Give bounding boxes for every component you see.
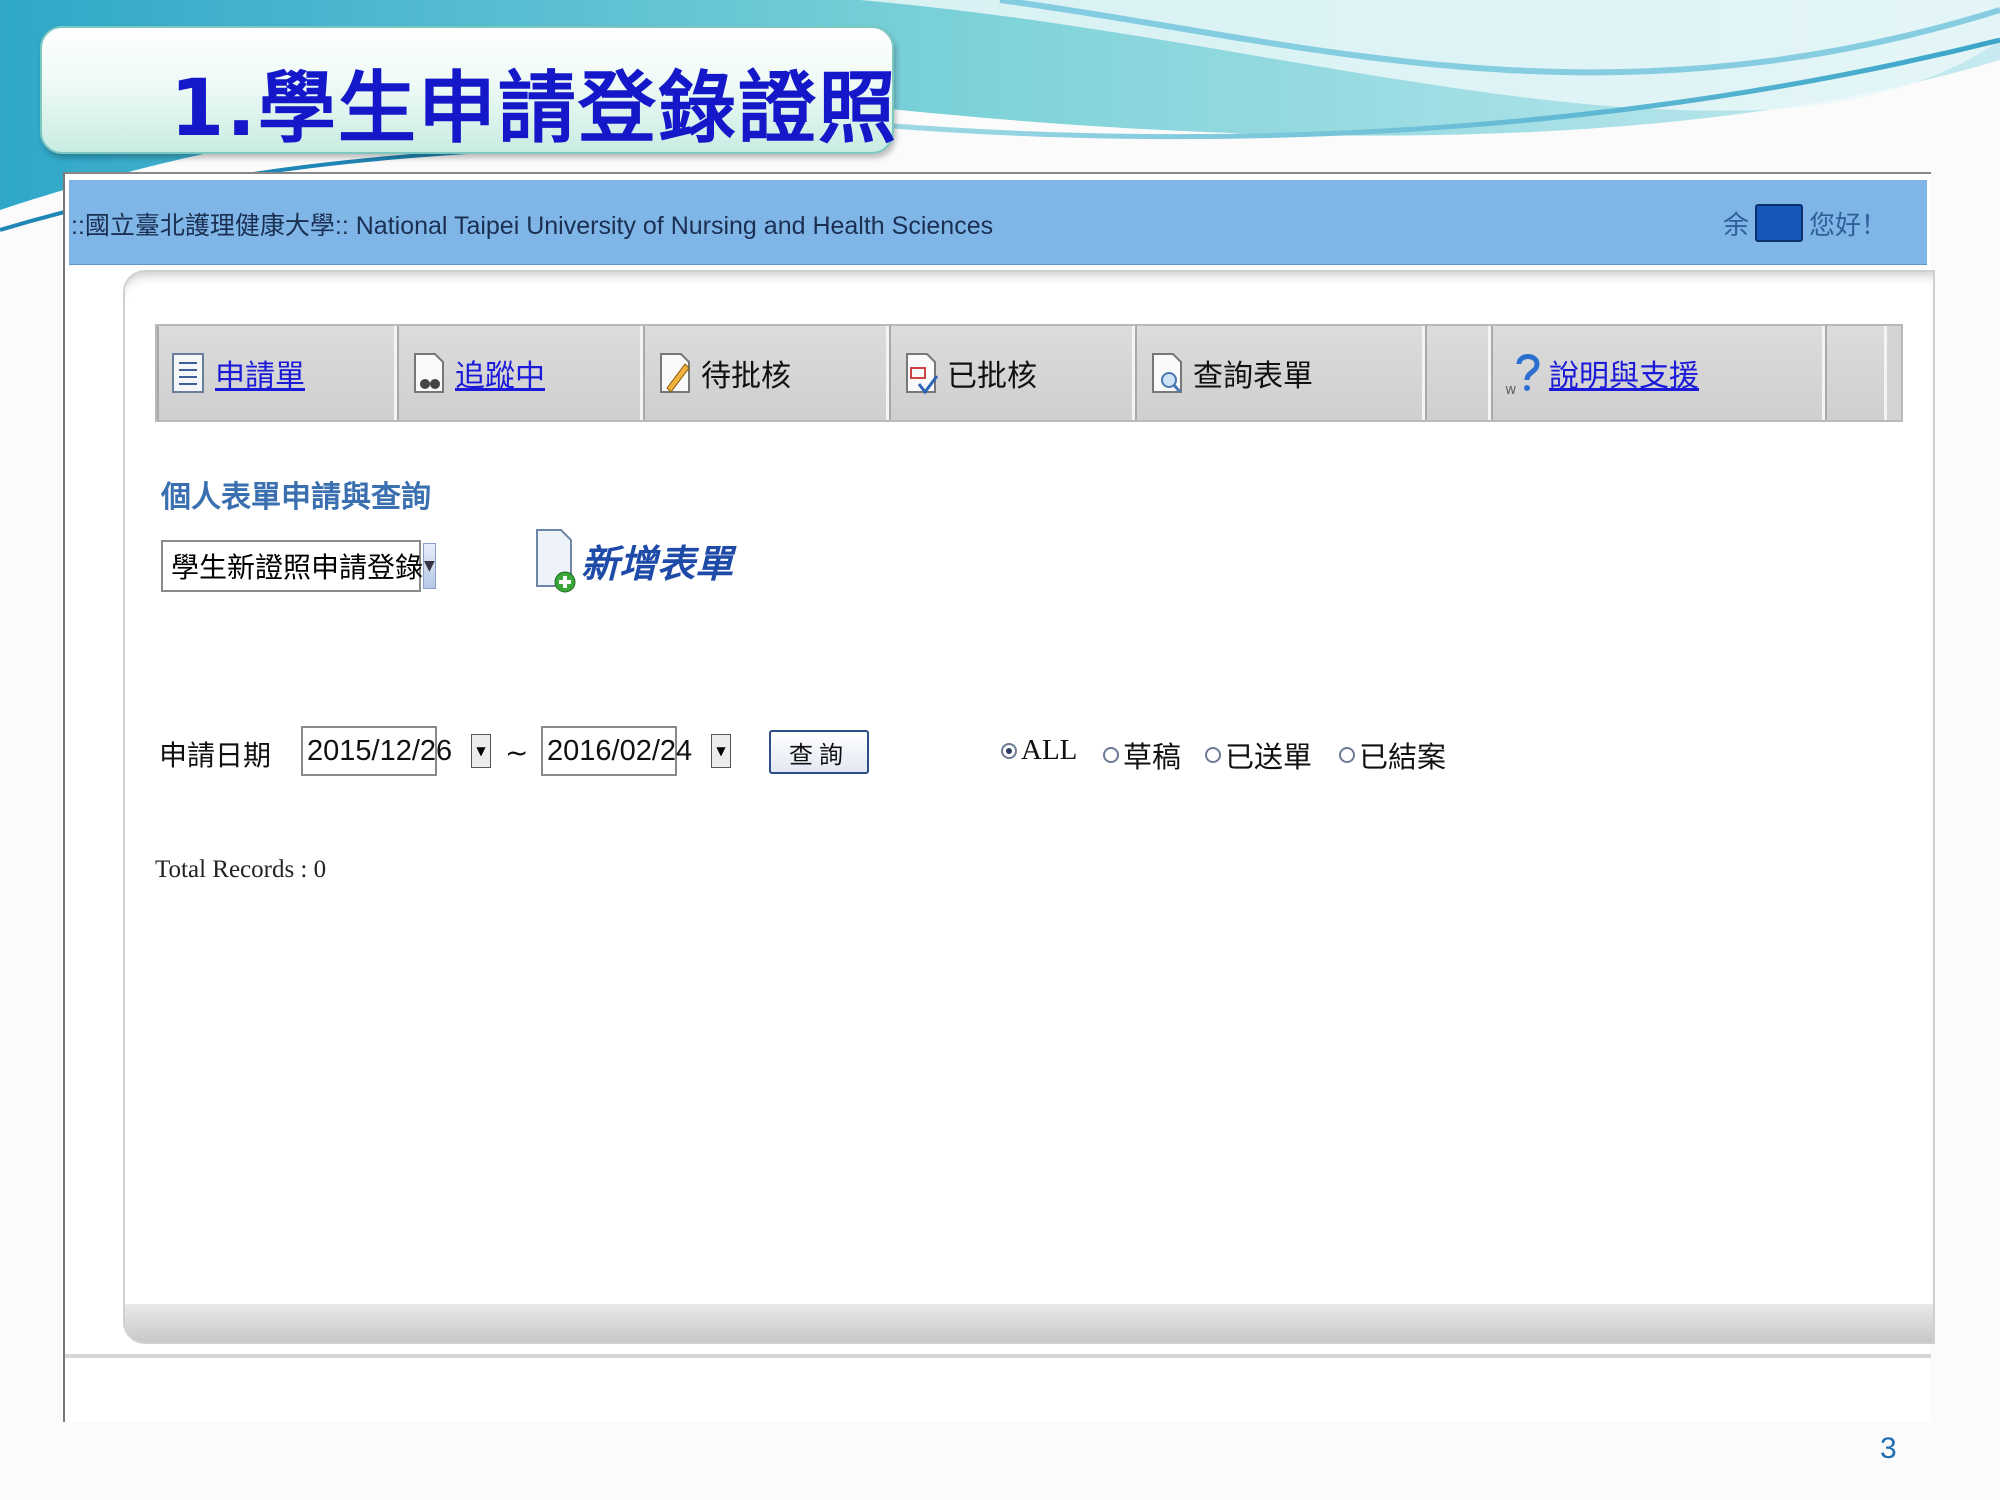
tab-help-support[interactable]: w 說明與支援 <box>1491 326 1825 420</box>
apply-date-label: 申請日期 <box>159 740 272 771</box>
tab-empty <box>1425 326 1491 420</box>
user-greeting: 余 您好！ <box>1723 204 1887 242</box>
tab-label[interactable]: 已批核 <box>947 351 1037 395</box>
new-form-label[interactable]: 新增表單 <box>581 533 733 588</box>
slide-title: 1.學生申請登錄證照 <box>170 64 898 154</box>
new-document-icon <box>536 529 576 593</box>
radio-selected[interactable] <box>1001 742 1017 759</box>
radio-label: 已結案 <box>1359 742 1447 774</box>
checked-document-icon <box>906 353 939 395</box>
radio-unselected[interactable] <box>1205 747 1221 763</box>
radio-unselected[interactable] <box>1103 747 1119 763</box>
tab-pending-approval[interactable]: 待批核 <box>643 326 889 420</box>
screenshot-footer-line <box>65 1354 1931 1358</box>
radio-label: ALL <box>1021 734 1078 766</box>
tab-tracking[interactable]: 追蹤中 <box>397 326 643 420</box>
tab-label[interactable]: 說明與支援 <box>1549 351 1699 395</box>
help-question-icon: w <box>1505 354 1540 396</box>
date-from-input[interactable]: 2015/12/26 <box>301 726 452 776</box>
status-radio-closed[interactable]: 已結案 <box>1339 734 1446 776</box>
query-row: 申請日期 2015/12/26 ▼ ~ 2016/02/24 ▼ 查詢 ALL … <box>159 726 1759 782</box>
radio-label: 草稿 <box>1123 742 1182 774</box>
greeting-text: 您好！ <box>1808 209 1887 240</box>
radio-label: 已送單 <box>1225 742 1313 774</box>
tab-approved[interactable]: 已批核 <box>889 326 1135 420</box>
app-header-bar: ::國立臺北護理健康大學:: National Taipei Universit… <box>69 180 1927 265</box>
slide-title-box: 1.學生申請登錄證照 <box>40 26 896 154</box>
app-screenshot: ::國立臺北護理健康大學:: National Taipei Universit… <box>63 172 1935 1422</box>
tab-label[interactable]: 申請單 <box>215 351 305 395</box>
date-to-input[interactable]: 2016/02/24 <box>541 726 692 776</box>
svg-text:w: w <box>1505 382 1516 396</box>
status-radio-all[interactable]: ALL <box>1001 734 1077 767</box>
date-to-dropdown-icon[interactable]: ▼ <box>711 734 731 768</box>
pencil-document-icon <box>660 353 690 393</box>
tab-empty-end <box>1825 326 1887 420</box>
chevron-down-icon[interactable]: ▼ <box>423 543 436 589</box>
tab-label[interactable]: 待批核 <box>701 351 791 395</box>
form-list-icon <box>172 353 204 393</box>
user-surname: 余 <box>1722 209 1749 240</box>
tab-label[interactable]: 查詢表單 <box>1193 351 1313 395</box>
tab-application-form[interactable]: 申請單 <box>157 326 397 420</box>
panel-bottom-bar <box>125 1304 1933 1342</box>
new-form-button[interactable]: 新增表單 <box>533 526 733 594</box>
magnifier-document-icon <box>1152 353 1182 393</box>
slide-page-number: 3 <box>1880 1432 1897 1465</box>
date-range-separator: ~ <box>505 736 529 769</box>
total-records: Total Records : 0 <box>155 856 327 883</box>
tab-bar: 申請單 追蹤中 待批核 已批核 查詢表單 w 說明與支援 <box>155 324 1903 422</box>
radio-unselected[interactable] <box>1339 747 1355 763</box>
main-panel: 申請單 追蹤中 待批核 已批核 查詢表單 w 說明與支援 個人表單申請與查詢 學… <box>123 270 1935 1344</box>
tab-search-forms[interactable]: 查詢表單 <box>1135 326 1425 420</box>
status-radio-submitted[interactable]: 已送單 <box>1205 734 1312 776</box>
date-from-dropdown-icon[interactable]: ▼ <box>471 734 491 768</box>
form-type-selected-value: 學生新證照申請登錄 <box>171 552 424 583</box>
site-name: ::國立臺北護理健康大學:: National Taipei Universit… <box>71 212 994 240</box>
status-radio-draft[interactable]: 草稿 <box>1103 734 1181 776</box>
section-title: 個人表單申請與查詢 <box>161 481 431 514</box>
search-button[interactable]: 查詢 <box>769 730 869 774</box>
form-type-select[interactable]: 學生新證照申請登錄 ▼ <box>161 540 436 592</box>
redacted-name-block <box>1754 204 1803 242</box>
binoculars-document-icon <box>414 353 444 393</box>
tab-label[interactable]: 追蹤中 <box>455 351 545 395</box>
